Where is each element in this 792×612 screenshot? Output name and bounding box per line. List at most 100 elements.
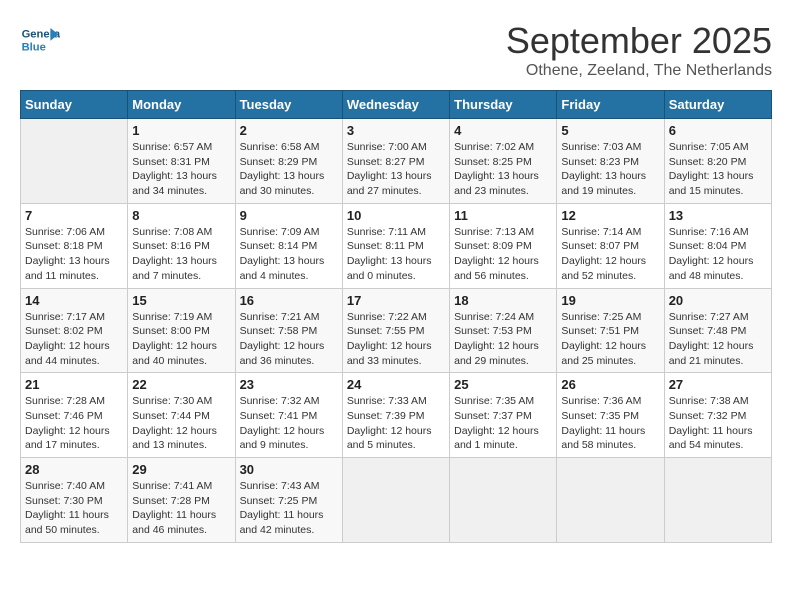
day-number: 12: [561, 208, 659, 223]
calendar-cell: 13Sunrise: 7:16 AM Sunset: 8:04 PM Dayli…: [664, 203, 771, 288]
day-info: Sunrise: 7:02 AM Sunset: 8:25 PM Dayligh…: [454, 140, 552, 199]
week-row-1: 1 Sunrise: 6:57 AM Sunset: 8:31 PM Daylig…: [21, 119, 772, 204]
day-number: 6: [669, 123, 767, 138]
calendar-cell: 5 Sunrise: 7:03 AM Sunset: 8:23 PM Daylig…: [557, 119, 664, 204]
calendar-cell: 3 Sunrise: 7:00 AM Sunset: 8:27 PM Daylig…: [342, 119, 449, 204]
day-info: Sunrise: 7:35 AM Sunset: 7:37 PM Dayligh…: [454, 394, 552, 453]
calendar-cell: 15 Sunrise: 7:19 AM Sunset: 8:00 PM Dayli…: [128, 288, 235, 373]
day-number: 4: [454, 123, 552, 138]
day-number: 11: [454, 208, 552, 223]
calendar-cell: 21 Sunrise: 7:28 AM Sunset: 7:46 PM Dayli…: [21, 373, 128, 458]
day-info: Sunrise: 7:28 AM Sunset: 7:46 PM Dayligh…: [25, 394, 123, 453]
week-row-4: 21 Sunrise: 7:28 AM Sunset: 7:46 PM Dayli…: [21, 373, 772, 458]
day-header-monday: Monday: [128, 91, 235, 119]
calendar-cell: 11 Sunrise: 7:13 AM Sunset: 8:09 PM Dayli…: [450, 203, 557, 288]
calendar-cell: 4 Sunrise: 7:02 AM Sunset: 8:25 PM Daylig…: [450, 119, 557, 204]
calendar-table: SundayMondayTuesdayWednesdayThursdayFrid…: [20, 90, 772, 543]
day-number: 8: [132, 208, 230, 223]
calendar-cell: 17 Sunrise: 7:22 AM Sunset: 7:55 PM Dayli…: [342, 288, 449, 373]
svg-text:Blue: Blue: [22, 41, 46, 53]
day-number: 2: [240, 123, 338, 138]
calendar-cell: [342, 458, 449, 543]
day-number: 25: [454, 377, 552, 392]
day-info: Sunrise: 7:06 AM Sunset: 8:18 PM Dayligh…: [25, 225, 123, 284]
calendar-cell: [21, 119, 128, 204]
calendar-cell: 26Sunrise: 7:36 AM Sunset: 7:35 PM Dayli…: [557, 373, 664, 458]
day-number: 1: [132, 123, 230, 138]
day-info: Sunrise: 7:00 AM Sunset: 8:27 PM Dayligh…: [347, 140, 445, 199]
calendar-cell: [450, 458, 557, 543]
logo-icon: General Blue: [20, 20, 60, 60]
day-number: 15: [132, 293, 230, 308]
week-row-5: 28 Sunrise: 7:40 AM Sunset: 7:30 PM Dayli…: [21, 458, 772, 543]
day-info: Sunrise: 7:38 AM Sunset: 7:32 PM Dayligh…: [669, 394, 767, 453]
calendar-cell: 2 Sunrise: 6:58 AM Sunset: 8:29 PM Daylig…: [235, 119, 342, 204]
day-header-friday: Friday: [557, 91, 664, 119]
day-info: Sunrise: 7:41 AM Sunset: 7:28 PM Dayligh…: [132, 479, 230, 538]
day-info: Sunrise: 7:40 AM Sunset: 7:30 PM Dayligh…: [25, 479, 123, 538]
day-header-thursday: Thursday: [450, 91, 557, 119]
day-info: Sunrise: 7:33 AM Sunset: 7:39 PM Dayligh…: [347, 394, 445, 453]
day-header-sunday: Sunday: [21, 91, 128, 119]
day-number: 18: [454, 293, 552, 308]
calendar-cell: 29Sunrise: 7:41 AM Sunset: 7:28 PM Dayli…: [128, 458, 235, 543]
day-number: 22: [132, 377, 230, 392]
day-info: Sunrise: 7:32 AM Sunset: 7:41 PM Dayligh…: [240, 394, 338, 453]
day-info: Sunrise: 7:27 AM Sunset: 7:48 PM Dayligh…: [669, 310, 767, 369]
calendar-cell: 7 Sunrise: 7:06 AM Sunset: 8:18 PM Daylig…: [21, 203, 128, 288]
day-info: Sunrise: 7:36 AM Sunset: 7:35 PM Dayligh…: [561, 394, 659, 453]
title-block: September 2025 Othene, Zeeland, The Neth…: [506, 20, 772, 80]
day-info: Sunrise: 7:03 AM Sunset: 8:23 PM Dayligh…: [561, 140, 659, 199]
calendar-cell: 30Sunrise: 7:43 AM Sunset: 7:25 PM Dayli…: [235, 458, 342, 543]
day-number: 27: [669, 377, 767, 392]
calendar-cell: 1 Sunrise: 6:57 AM Sunset: 8:31 PM Daylig…: [128, 119, 235, 204]
day-number: 23: [240, 377, 338, 392]
day-number: 30: [240, 462, 338, 477]
day-number: 28: [25, 462, 123, 477]
day-info: Sunrise: 7:19 AM Sunset: 8:00 PM Dayligh…: [132, 310, 230, 369]
calendar-cell: 14 Sunrise: 7:17 AM Sunset: 8:02 PM Dayli…: [21, 288, 128, 373]
calendar-cell: 6Sunrise: 7:05 AM Sunset: 8:20 PM Daylig…: [664, 119, 771, 204]
day-info: Sunrise: 6:58 AM Sunset: 8:29 PM Dayligh…: [240, 140, 338, 199]
day-number: 3: [347, 123, 445, 138]
calendar-cell: 9Sunrise: 7:09 AM Sunset: 8:14 PM Daylig…: [235, 203, 342, 288]
week-row-3: 14 Sunrise: 7:17 AM Sunset: 8:02 PM Dayli…: [21, 288, 772, 373]
calendar-cell: 20 Sunrise: 7:27 AM Sunset: 7:48 PM Dayli…: [664, 288, 771, 373]
day-info: Sunrise: 6:57 AM Sunset: 8:31 PM Dayligh…: [132, 140, 230, 199]
day-number: 20: [669, 293, 767, 308]
day-info: Sunrise: 7:22 AM Sunset: 7:55 PM Dayligh…: [347, 310, 445, 369]
day-number: 5: [561, 123, 659, 138]
calendar-cell: 8 Sunrise: 7:08 AM Sunset: 8:16 PM Daylig…: [128, 203, 235, 288]
day-header-wednesday: Wednesday: [342, 91, 449, 119]
day-number: 24: [347, 377, 445, 392]
calendar-cell: 16Sunrise: 7:21 AM Sunset: 7:58 PM Dayli…: [235, 288, 342, 373]
day-info: Sunrise: 7:25 AM Sunset: 7:51 PM Dayligh…: [561, 310, 659, 369]
calendar-cell: 24 Sunrise: 7:33 AM Sunset: 7:39 PM Dayli…: [342, 373, 449, 458]
day-info: Sunrise: 7:24 AM Sunset: 7:53 PM Dayligh…: [454, 310, 552, 369]
day-info: Sunrise: 7:08 AM Sunset: 8:16 PM Dayligh…: [132, 225, 230, 284]
calendar-cell: 18 Sunrise: 7:24 AM Sunset: 7:53 PM Dayli…: [450, 288, 557, 373]
day-info: Sunrise: 7:09 AM Sunset: 8:14 PM Dayligh…: [240, 225, 338, 284]
calendar-cell: 19 Sunrise: 7:25 AM Sunset: 7:51 PM Dayli…: [557, 288, 664, 373]
day-info: Sunrise: 7:13 AM Sunset: 8:09 PM Dayligh…: [454, 225, 552, 284]
calendar-cell: 22Sunrise: 7:30 AM Sunset: 7:44 PM Dayli…: [128, 373, 235, 458]
day-info: Sunrise: 7:21 AM Sunset: 7:58 PM Dayligh…: [240, 310, 338, 369]
calendar-cell: [664, 458, 771, 543]
day-info: Sunrise: 7:11 AM Sunset: 8:11 PM Dayligh…: [347, 225, 445, 284]
day-number: 14: [25, 293, 123, 308]
day-number: 17: [347, 293, 445, 308]
day-number: 7: [25, 208, 123, 223]
day-info: Sunrise: 7:16 AM Sunset: 8:04 PM Dayligh…: [669, 225, 767, 284]
calendar-cell: 28 Sunrise: 7:40 AM Sunset: 7:30 PM Dayli…: [21, 458, 128, 543]
day-number: 19: [561, 293, 659, 308]
month-title: September 2025: [506, 20, 772, 62]
page-header: General Blue September 2025 Othene, Zeel…: [20, 20, 772, 80]
day-number: 21: [25, 377, 123, 392]
day-info: Sunrise: 7:17 AM Sunset: 8:02 PM Dayligh…: [25, 310, 123, 369]
calendar-cell: [557, 458, 664, 543]
calendar-cell: 25 Sunrise: 7:35 AM Sunset: 7:37 PM Dayli…: [450, 373, 557, 458]
logo: General Blue: [20, 20, 64, 60]
week-row-2: 7 Sunrise: 7:06 AM Sunset: 8:18 PM Daylig…: [21, 203, 772, 288]
calendar-header-row: SundayMondayTuesdayWednesdayThursdayFrid…: [21, 91, 772, 119]
calendar-cell: 27 Sunrise: 7:38 AM Sunset: 7:32 PM Dayli…: [664, 373, 771, 458]
